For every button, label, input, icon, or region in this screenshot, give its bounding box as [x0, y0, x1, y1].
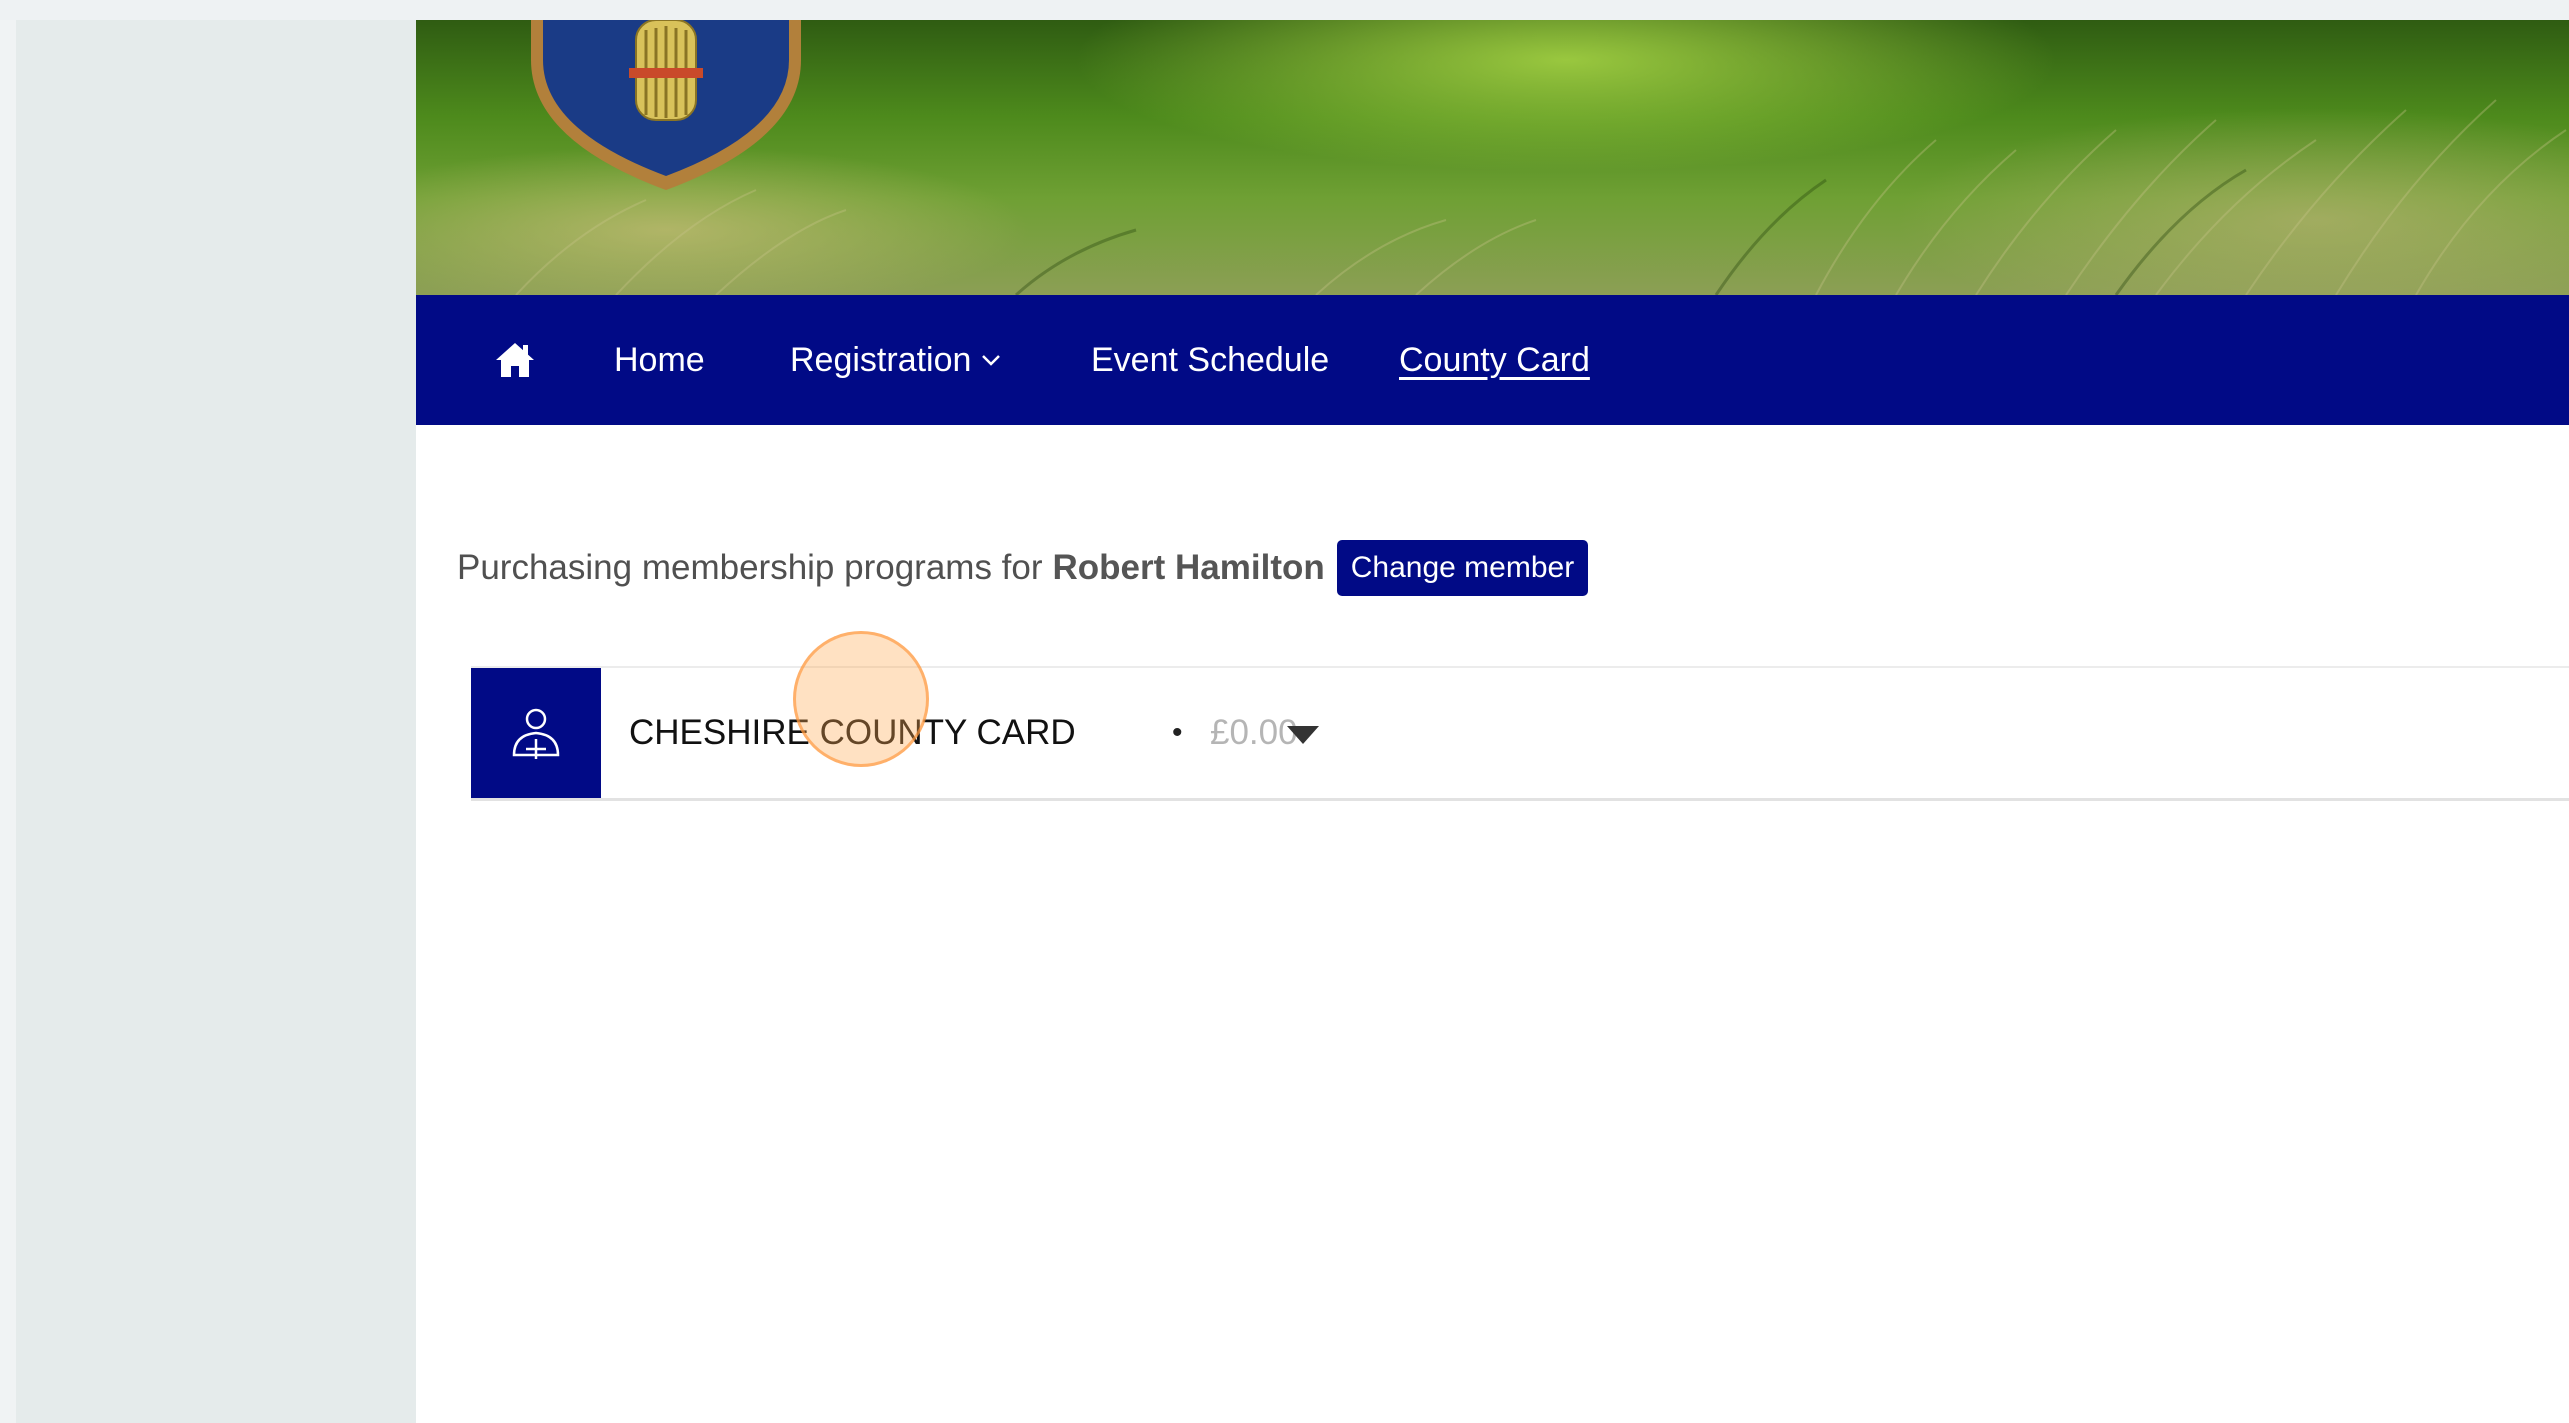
chevron-down-icon — [981, 353, 1001, 367]
nav-county-card-link[interactable]: County Card — [1399, 295, 1590, 425]
purchasing-prefix: Purchasing membership programs for — [457, 548, 1043, 587]
window-top-strip — [0, 0, 2569, 20]
membership-title: CHESHIRE COUNTY CARD — [629, 713, 1076, 752]
change-member-button[interactable]: Change member — [1336, 540, 1589, 596]
member-name: Robert Hamilton — [1052, 548, 1325, 587]
header-banner — [416, 20, 2569, 295]
left-sidebar-blank — [16, 20, 416, 1423]
main-navigation: Home Registration Event Schedule County … — [416, 295, 2569, 425]
user-add-icon — [512, 708, 560, 759]
nav-home-link[interactable]: Home — [614, 295, 705, 425]
nav-registration-label: Registration — [790, 340, 972, 379]
purchasing-info: Purchasing membership programs for Rober… — [457, 540, 1589, 596]
membership-icon-box — [471, 668, 601, 798]
nav-registration-dropdown[interactable]: Registration — [790, 295, 1001, 425]
title-price-separator: • — [1172, 716, 1183, 749]
home-icon[interactable] — [494, 295, 536, 425]
membership-card-row[interactable]: CHESHIRE COUNTY CARD • £0.00 — [471, 666, 2569, 801]
caret-down-icon[interactable] — [1271, 703, 1335, 767]
club-crest-logo — [531, 20, 801, 190]
nav-event-schedule-link[interactable]: Event Schedule — [1091, 295, 1329, 425]
main-content: Home Registration Event Schedule County … — [416, 20, 2569, 1423]
